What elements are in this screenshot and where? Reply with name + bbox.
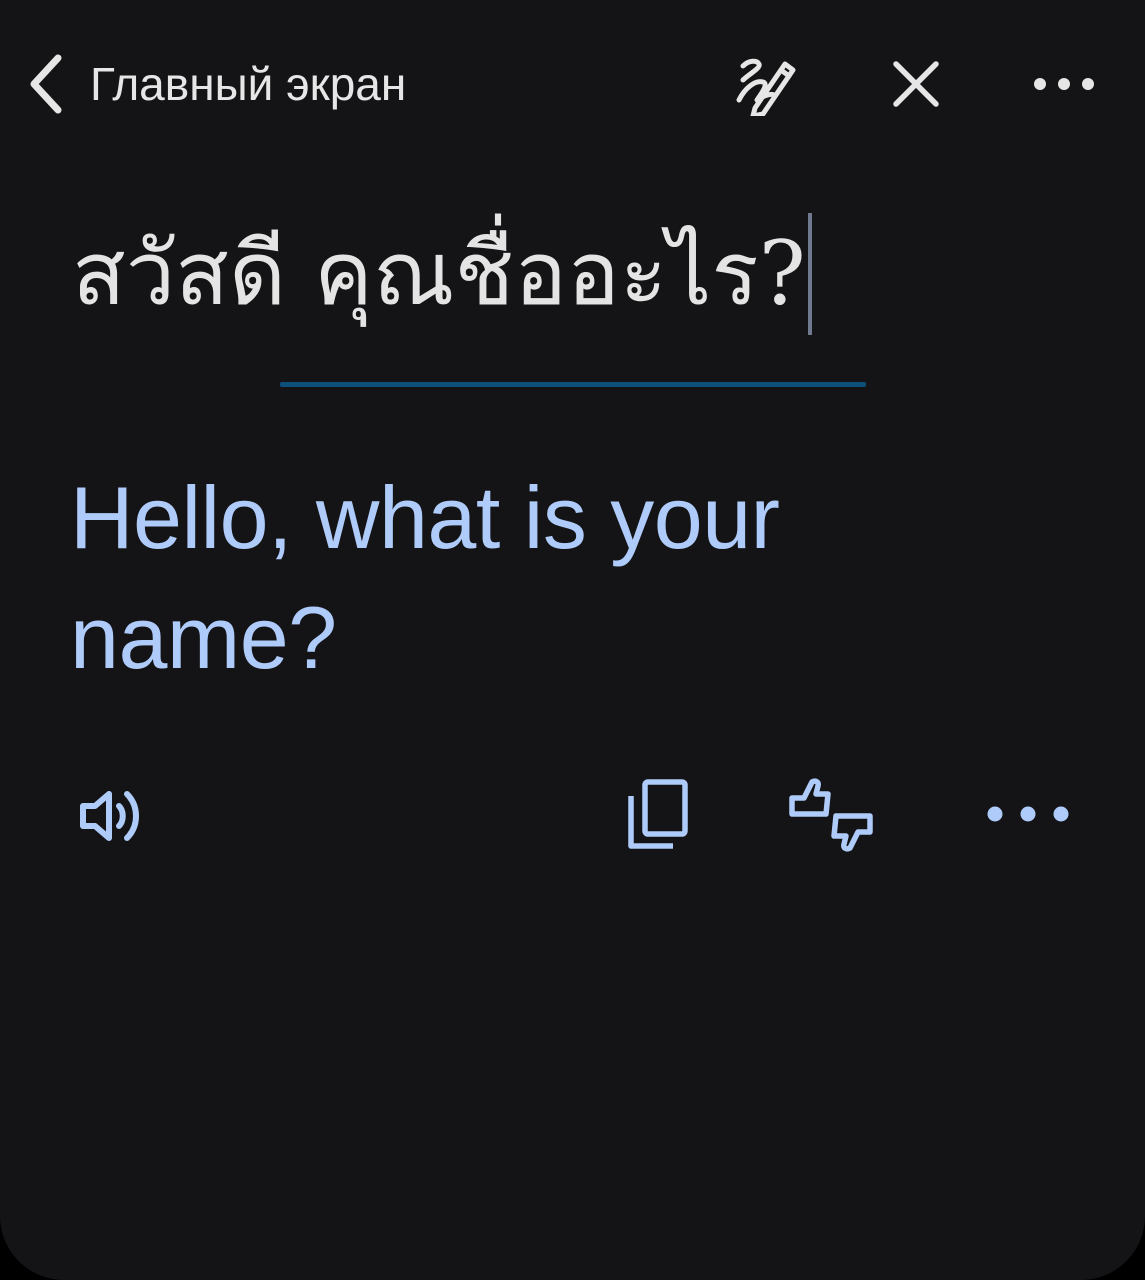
feedback-button[interactable]	[782, 766, 880, 864]
speaker-icon	[80, 791, 139, 841]
chevron-left-icon	[30, 54, 62, 114]
copy-button[interactable]	[616, 770, 700, 860]
translation-text: Hello, what is your name?	[70, 468, 780, 687]
more-horizontal-icon	[987, 806, 1069, 822]
handwriting-button[interactable]	[722, 48, 806, 120]
back-button[interactable]	[16, 42, 76, 126]
close-icon	[893, 61, 939, 107]
top-app-bar: Главный экран	[0, 0, 1145, 168]
thumbs-up-down-icon	[789, 778, 873, 852]
more-horizontal-icon	[1034, 78, 1094, 90]
source-divider	[280, 382, 866, 387]
source-text: สวัสดี คุณชื่ออะไร?	[72, 222, 806, 325]
speak-button[interactable]	[66, 774, 156, 858]
back-label[interactable]: Главный экран	[90, 52, 406, 116]
more-options-button[interactable]	[1024, 48, 1104, 120]
more-actions-button[interactable]	[980, 784, 1076, 844]
text-cursor	[807, 213, 812, 335]
close-button[interactable]	[880, 48, 952, 120]
handwriting-pen-icon	[736, 58, 796, 116]
translate-screen: Главный экран สวัสดี คุณชื่ออะไร? Hello,…	[0, 0, 1145, 1280]
source-input[interactable]: สวัสดี คุณชื่ออะไร?	[72, 196, 1072, 356]
copy-icon	[628, 779, 688, 849]
source-text-container: สวัสดี คุณชื่ออะไร?	[72, 204, 812, 344]
